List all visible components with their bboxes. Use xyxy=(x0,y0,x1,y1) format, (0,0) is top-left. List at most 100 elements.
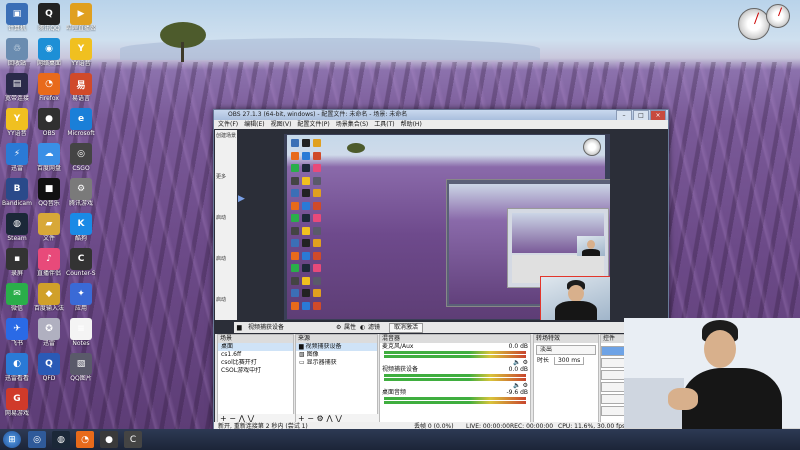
desktop-icon[interactable]: ☁ 百度网盘 xyxy=(34,143,64,172)
desktop-icon[interactable]: ♲ 回收站 xyxy=(2,38,32,67)
mini-desktop-icon xyxy=(313,214,321,222)
source-item[interactable]: ▭ 显示器捕获 xyxy=(296,359,377,367)
source-item[interactable]: ▧ 图像 xyxy=(296,351,377,359)
menu-scene-collection[interactable]: 场景集合(S) xyxy=(336,120,369,129)
filters-button[interactable]: 滤镜 xyxy=(368,322,380,333)
desktop-icon[interactable]: ♪ 直播伴侣 xyxy=(34,248,64,277)
desktop-icon[interactable]: K 酷狗 xyxy=(66,213,96,242)
window-title: OBS 27.1.3 (64-bit, windows) - 配置文件: 未命名… xyxy=(228,111,408,118)
desktop-icon[interactable]: ◐ 迅雷看看 xyxy=(2,353,32,382)
desktop-icon[interactable]: ▰ 文件 xyxy=(34,213,64,242)
menu-profile[interactable]: 配置文件(P) xyxy=(297,120,329,129)
close-button[interactable]: × xyxy=(650,110,666,120)
transition-select[interactable]: 淡出 xyxy=(536,345,596,355)
desktop-icon-label: 回收站 xyxy=(7,60,26,67)
duration-row: 时长 300 ms xyxy=(534,357,598,365)
edge-icon: e xyxy=(70,108,92,130)
app-icon: ✦ xyxy=(70,283,92,305)
qfd-icon: Q xyxy=(38,353,60,375)
sources-title: 来源 xyxy=(296,335,377,343)
menu-view[interactable]: 视图(V) xyxy=(271,120,292,129)
webcam-source-selected[interactable] xyxy=(540,276,610,320)
desktop-icon[interactable]: ⚡ 迅雷 xyxy=(2,143,32,172)
desktop-icon[interactable]: e Microsoft xyxy=(66,108,96,137)
desktop-icon[interactable]: ◉ 网络桌面 xyxy=(34,38,64,67)
mini-desktop-icon xyxy=(313,276,321,285)
source-item[interactable]: ▆ 视频捕获设备 xyxy=(296,343,377,351)
scene-item[interactable]: CSOL游戏中打 xyxy=(218,367,293,375)
desktop-icon[interactable]: ▤ 宽带连接 xyxy=(2,73,32,102)
maximize-button[interactable]: □ xyxy=(633,110,649,120)
desktop-icon[interactable]: ◔ Firefox xyxy=(34,73,64,102)
left-label[interactable]: 启动 xyxy=(215,253,237,264)
desktop-icon-label: QFD xyxy=(42,375,56,382)
black-app-icon: ■ xyxy=(38,178,60,200)
scene-item[interactable]: 桌面 xyxy=(218,343,293,351)
desktop-icon[interactable]: Y YY语音 xyxy=(66,38,96,67)
nested-webcam xyxy=(577,236,605,256)
left-label[interactable]: 更多 xyxy=(215,171,237,182)
desktop-icon[interactable]: ▧ QQ图片 xyxy=(66,353,96,382)
desktop-icon-label: Counter-Strike xyxy=(66,270,96,277)
volume-speaker-icon[interactable]: 🔈 ⚙ xyxy=(382,359,528,366)
volume-speaker-icon[interactable]: 🔈 ⚙ xyxy=(382,382,528,389)
desktop-icon-label: 文件 xyxy=(42,235,55,242)
taskbar-firefox-icon[interactable]: ◔ xyxy=(76,431,94,448)
desktop-icon[interactable]: ◆ 百度输入法 xyxy=(34,283,64,312)
scene-item[interactable]: cs1.6ff xyxy=(218,351,293,359)
desktop-icon[interactable]: ◎ CSGO xyxy=(66,143,96,172)
desktop-icon[interactable]: Y YY语音 xyxy=(2,108,32,137)
start-button[interactable]: ⊞ xyxy=(3,431,21,448)
left-label[interactable]: 启动 xyxy=(215,212,237,223)
mini-desktop-icon xyxy=(291,289,299,297)
menu-help[interactable]: 帮助(H) xyxy=(401,120,422,129)
desktop-icon[interactable]: Q 腾讯QQ xyxy=(34,3,64,32)
menu-edit[interactable]: 编辑(E) xyxy=(244,120,264,129)
left-label[interactable]: 启动 xyxy=(215,294,237,305)
mini-desktop-icon xyxy=(291,189,299,197)
taskbar-browser-icon[interactable]: ◎ xyxy=(28,431,46,448)
cpu-gauge-gadget[interactable] xyxy=(738,8,770,40)
desktop-icon[interactable]: ◍ Steam xyxy=(2,213,32,242)
mixer-row-mic: 麦克风/Aux 0.0 dB 🔈 ⚙ xyxy=(382,343,528,366)
desktop-icon[interactable]: 易易语言 xyxy=(66,73,96,102)
desktop-icon[interactable]: ✉ 微信 xyxy=(2,283,32,312)
mini-desktop-icon xyxy=(313,301,321,310)
file-icon: ▤ xyxy=(6,73,28,95)
menu-tools[interactable]: 工具(T) xyxy=(374,120,394,129)
desktop-icon[interactable]: ▪ 录屏 xyxy=(2,248,32,277)
minimize-button[interactable]: – xyxy=(616,110,632,120)
desktop-icon[interactable]: ✦ 应用 xyxy=(66,283,96,312)
properties-button[interactable]: 属性 xyxy=(344,322,356,333)
desktop-icon[interactable]: ■ QQ音乐 xyxy=(34,178,64,207)
mini-desktop-icon xyxy=(302,151,310,160)
desktop-icon[interactable]: B Bandicam xyxy=(2,178,32,207)
taskbar-obs-icon[interactable]: ● xyxy=(100,431,118,448)
scene-item[interactable]: csol比赛开打 xyxy=(218,359,293,367)
desktop-icon[interactable]: ≡ Notes xyxy=(66,318,96,347)
left-label[interactable]: 创建场景 xyxy=(215,130,237,141)
desktop-icon[interactable]: ⚙ 腾讯游戏 xyxy=(66,178,96,207)
obs-titlebar[interactable]: OBS 27.1.3 (64-bit, windows) - 配置文件: 未命名… xyxy=(214,110,668,120)
obs-preview[interactable] xyxy=(284,134,610,320)
desktop-icon-label: QQ图片 xyxy=(70,375,92,382)
desktop-icon[interactable]: ✈ 飞书 xyxy=(2,318,32,347)
desktop-icon[interactable]: ✪ 迅雷 xyxy=(34,318,64,347)
menu-file[interactable]: 文件(F) xyxy=(218,120,238,129)
memory-gauge-gadget[interactable] xyxy=(766,4,790,28)
desktop-icon-label: 计算机 xyxy=(7,25,26,32)
desktop-icon[interactable]: ▶ 哔哩直播姬 xyxy=(66,3,96,32)
desktop-icon[interactable]: CCounter-Strike xyxy=(66,248,96,277)
desktop-icon[interactable]: ▣ 计算机 xyxy=(2,3,32,32)
desktop-icon[interactable]: Q QFD xyxy=(34,353,64,382)
taskbar-steam-icon[interactable]: ◍ xyxy=(52,431,70,448)
mini-desktop-icon xyxy=(291,264,299,272)
duration-input[interactable]: 300 ms xyxy=(553,357,585,365)
deactivate-button[interactable]: 取消激活 xyxy=(389,323,424,333)
desktop-icon-label: Steam xyxy=(7,235,27,242)
taskbar-cs-icon[interactable]: C xyxy=(124,431,142,448)
obs-window[interactable]: OBS 27.1.3 (64-bit, windows) - 配置文件: 未命名… xyxy=(213,109,669,432)
play-arrow-icon: ▶ xyxy=(238,194,245,204)
desktop-icon[interactable]: ● OBS xyxy=(34,108,64,137)
desktop-icon[interactable]: G 网易游戏 xyxy=(2,388,32,417)
